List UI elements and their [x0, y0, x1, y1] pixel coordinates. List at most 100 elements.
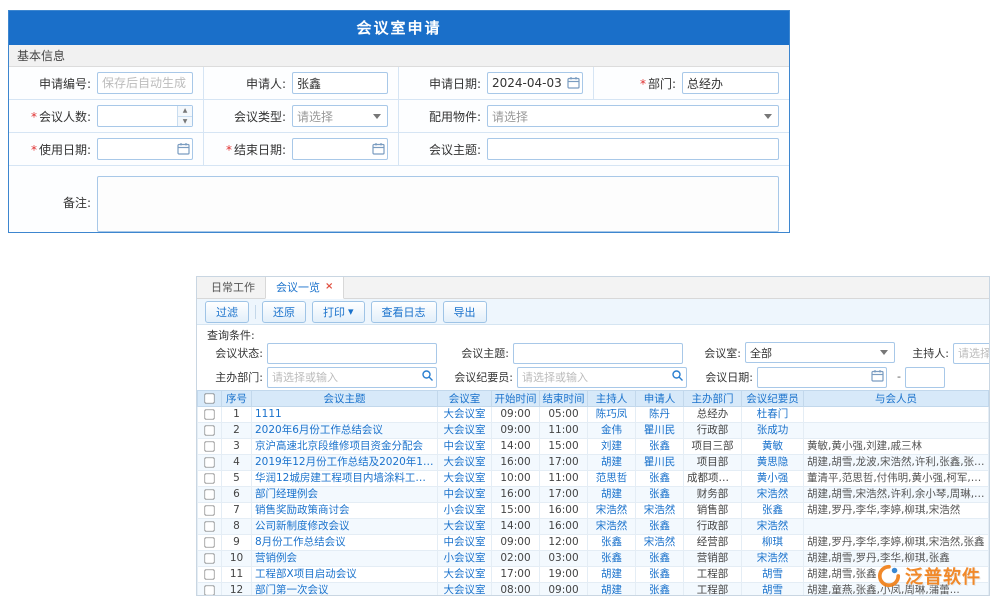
- row-select-cell[interactable]: [198, 551, 222, 567]
- cell-room-link[interactable]: 小会议室: [438, 503, 492, 519]
- host-filter-input[interactable]: [953, 343, 990, 364]
- cell-host-link[interactable]: 刘建: [588, 439, 636, 455]
- subject-input[interactable]: [487, 138, 779, 160]
- applicant-input[interactable]: [292, 72, 388, 94]
- cell-applicant-link[interactable]: 张鑫: [636, 519, 684, 535]
- search-icon[interactable]: [671, 369, 684, 382]
- column-header[interactable]: 会议室: [438, 391, 492, 407]
- cell-subject-link[interactable]: 公司新制度修改会议: [252, 519, 438, 535]
- cell-host-link[interactable]: 胡建: [588, 567, 636, 583]
- row-select-cell[interactable]: [198, 487, 222, 503]
- calendar-icon[interactable]: [177, 142, 190, 155]
- cell-recorder-link[interactable]: 杜春门: [742, 407, 804, 423]
- cell-recorder-link[interactable]: 黄敏: [742, 439, 804, 455]
- cell-applicant-link[interactable]: 宋浩然: [636, 535, 684, 551]
- row-checkbox[interactable]: [204, 457, 214, 467]
- tab-daily-work[interactable]: 日常工作: [201, 276, 265, 298]
- column-header[interactable]: 主持人: [588, 391, 636, 407]
- row-checkbox[interactable]: [204, 409, 214, 419]
- row-checkbox[interactable]: [204, 425, 214, 435]
- cell-subject-link[interactable]: 8月份工作总结会议: [252, 535, 438, 551]
- cell-subject-link[interactable]: 京沪高速北京段维修项目资金分配会: [252, 439, 438, 455]
- apply-no-input[interactable]: [97, 72, 193, 94]
- cell-recorder-link[interactable]: 张成功: [742, 423, 804, 439]
- cell-subject-link[interactable]: 2020年6月份工作总结会议: [252, 423, 438, 439]
- cell-subject-link[interactable]: 部门经理例会: [252, 487, 438, 503]
- cell-subject-link[interactable]: 销售奖励政策商讨会: [252, 503, 438, 519]
- cell-host-link[interactable]: 张鑫: [588, 535, 636, 551]
- row-checkbox[interactable]: [204, 537, 214, 547]
- dept-input[interactable]: [682, 72, 779, 94]
- cell-room-link[interactable]: 大会议室: [438, 567, 492, 583]
- date-filter-end-input[interactable]: [905, 367, 945, 388]
- cell-room-link[interactable]: 大会议室: [438, 519, 492, 535]
- cell-room-link[interactable]: 大会议室: [438, 455, 492, 471]
- cell-applicant-link[interactable]: 张鑫: [636, 583, 684, 597]
- room-filter-select[interactable]: 全部: [745, 342, 895, 363]
- cell-room-link[interactable]: 大会议室: [438, 471, 492, 487]
- cell-applicant-link[interactable]: 瞿川民: [636, 423, 684, 439]
- cell-applicant-link[interactable]: 张鑫: [636, 471, 684, 487]
- view-log-button[interactable]: 查看日志: [371, 301, 437, 323]
- cell-recorder-link[interactable]: 胡雪: [742, 567, 804, 583]
- row-select-cell[interactable]: [198, 471, 222, 487]
- row-checkbox[interactable]: [204, 585, 214, 595]
- restore-button[interactable]: 还原: [262, 301, 306, 323]
- cell-recorder-link[interactable]: 黄思隐: [742, 455, 804, 471]
- row-checkbox[interactable]: [204, 489, 214, 499]
- column-header[interactable]: 申请人: [636, 391, 684, 407]
- cell-room-link[interactable]: 小会议室: [438, 551, 492, 567]
- row-checkbox[interactable]: [204, 441, 214, 451]
- cell-recorder-link[interactable]: 宋浩然: [742, 487, 804, 503]
- cell-recorder-link[interactable]: 柳琪: [742, 535, 804, 551]
- select-all-header[interactable]: [198, 391, 222, 407]
- search-icon[interactable]: [421, 369, 434, 382]
- stepper-up-icon[interactable]: ▲: [178, 106, 192, 117]
- cell-host-link[interactable]: 金伟: [588, 423, 636, 439]
- row-checkbox[interactable]: [204, 521, 214, 531]
- column-header[interactable]: 序号: [222, 391, 252, 407]
- row-select-cell[interactable]: [198, 423, 222, 439]
- stepper-down-icon[interactable]: ▼: [178, 117, 192, 127]
- row-select-cell[interactable]: [198, 407, 222, 423]
- cell-subject-link[interactable]: 部门第一次会议: [252, 583, 438, 597]
- cell-host-link[interactable]: 胡建: [588, 455, 636, 471]
- org-dept-filter-input[interactable]: [267, 367, 437, 388]
- row-select-cell[interactable]: [198, 567, 222, 583]
- column-header[interactable]: 会议主题: [252, 391, 438, 407]
- cell-subject-link[interactable]: 营销例会: [252, 551, 438, 567]
- cell-subject-link[interactable]: 1111: [252, 407, 438, 423]
- remark-textarea[interactable]: [97, 176, 779, 232]
- filter-button[interactable]: 过滤: [205, 301, 249, 323]
- cell-room-link[interactable]: 中会议室: [438, 535, 492, 551]
- cell-recorder-link[interactable]: 宋浩然: [742, 519, 804, 535]
- column-header[interactable]: 与会人员: [804, 391, 989, 407]
- cell-applicant-link[interactable]: 张鑫: [636, 487, 684, 503]
- column-header[interactable]: 开始时间: [492, 391, 540, 407]
- cell-host-link[interactable]: 胡建: [588, 583, 636, 597]
- date-filter-input[interactable]: [757, 367, 887, 388]
- close-icon[interactable]: ×: [325, 282, 333, 292]
- cell-recorder-link[interactable]: 宋浩然: [742, 551, 804, 567]
- cell-host-link[interactable]: 张鑫: [588, 551, 636, 567]
- cell-room-link[interactable]: 大会议室: [438, 583, 492, 597]
- row-checkbox[interactable]: [204, 553, 214, 563]
- meeting-type-select[interactable]: 请选择: [292, 105, 388, 127]
- cell-room-link[interactable]: 大会议室: [438, 423, 492, 439]
- select-all-checkbox[interactable]: [204, 393, 214, 403]
- status-filter-input[interactable]: [267, 343, 437, 364]
- row-select-cell[interactable]: [198, 583, 222, 597]
- column-header[interactable]: 会议纪要员: [742, 391, 804, 407]
- cell-subject-link[interactable]: 华润12城房建工程项目内墙涂料工程应标会议: [252, 471, 438, 487]
- cell-applicant-link[interactable]: 张鑫: [636, 567, 684, 583]
- tab-meeting-overview[interactable]: 会议一览 ×: [265, 276, 344, 299]
- cell-room-link[interactable]: 大会议室: [438, 407, 492, 423]
- cell-recorder-link[interactable]: 黄小强: [742, 471, 804, 487]
- cell-host-link[interactable]: 宋浩然: [588, 519, 636, 535]
- cell-applicant-link[interactable]: 张鑫: [636, 551, 684, 567]
- cell-room-link[interactable]: 中会议室: [438, 487, 492, 503]
- cell-host-link[interactable]: 陈巧凤: [588, 407, 636, 423]
- cell-subject-link[interactable]: 工程部X项目启动会议: [252, 567, 438, 583]
- cell-applicant-link[interactable]: 瞿川民: [636, 455, 684, 471]
- cell-host-link[interactable]: 宋浩然: [588, 503, 636, 519]
